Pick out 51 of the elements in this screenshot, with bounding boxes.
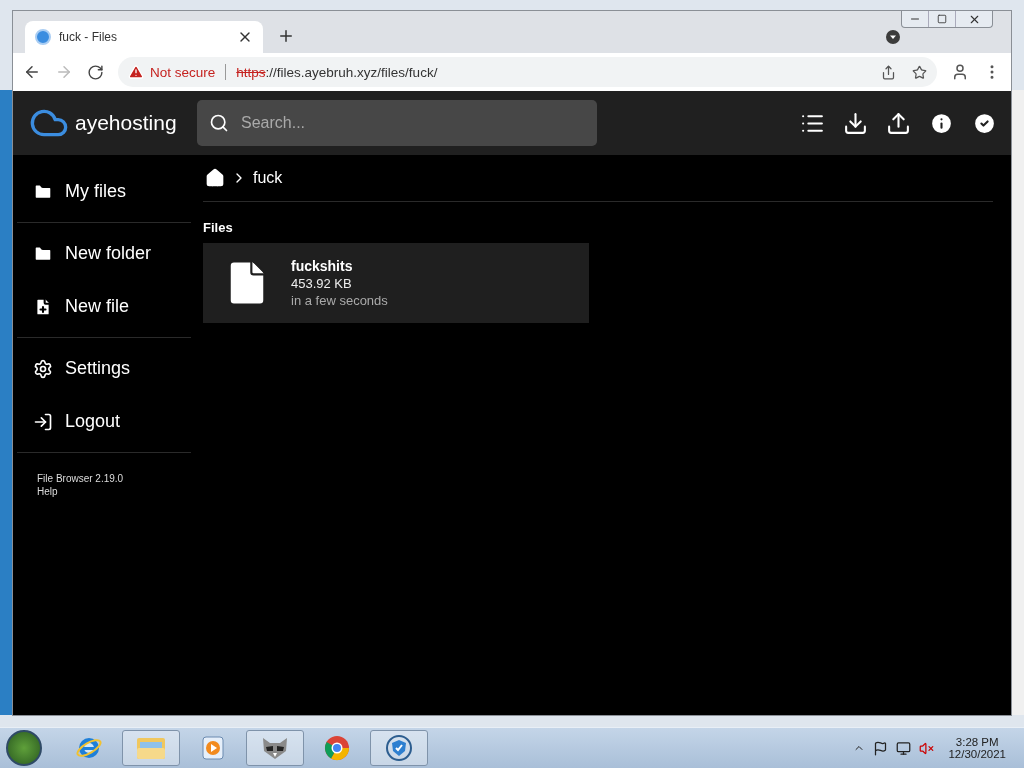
tab-title: fuck - Files: [59, 30, 118, 44]
start-button[interactable]: [6, 730, 42, 766]
file-modified: in a few seconds: [291, 293, 388, 308]
star-icon[interactable]: [912, 64, 927, 80]
brand-name: ayehosting: [75, 111, 177, 135]
home-icon[interactable]: [205, 168, 225, 188]
file-name: fuckshits: [291, 258, 354, 274]
maximize-icon: [937, 14, 947, 24]
chrome-icon: [323, 734, 351, 762]
warning-icon: [128, 64, 144, 80]
shield-icon: [384, 734, 414, 762]
file-card[interactable]: fuckshits 453.92 KB in a few seconds: [203, 243, 589, 323]
search-icon: [209, 113, 229, 133]
folder-icon: [136, 735, 166, 761]
back-icon[interactable]: [23, 63, 41, 81]
share-icon[interactable]: [881, 64, 896, 80]
raccoon-icon: [260, 735, 290, 761]
settings-icon: [33, 358, 53, 379]
download-icon[interactable]: [843, 110, 868, 136]
footer-text: File Browser 2.19.0: [37, 473, 125, 484]
sidebar-item[interactable]: New folder: [17, 227, 191, 280]
taskbar-app[interactable]: [370, 730, 428, 766]
favicon-icon: [35, 29, 51, 45]
security-warning: Not secure: [150, 64, 216, 80]
mute-icon[interactable]: [919, 740, 935, 756]
browser-tab[interactable]: fuck - Files: [25, 21, 263, 53]
breadcrumb-link[interactable]: fuck: [253, 169, 283, 187]
taskbar-app[interactable]: [246, 730, 304, 766]
profile-icon[interactable]: [951, 63, 969, 81]
flag-icon[interactable]: [873, 740, 889, 756]
sidebar-item[interactable]: Settings: [17, 342, 191, 395]
clock-date: 12/30/2021: [948, 748, 1006, 760]
footer-text[interactable]: Help: [37, 486, 191, 497]
network-icon[interactable]: [896, 740, 912, 756]
file-size: 453.92 KB: [291, 276, 353, 291]
clock[interactable]: 3:28 PM 12/30/2021: [942, 736, 1018, 760]
search-field[interactable]: Search...: [197, 100, 597, 146]
clock-time: 3:28 PM: [955, 736, 999, 748]
tab-search-icon[interactable]: [885, 29, 901, 45]
upload-icon[interactable]: [886, 110, 911, 136]
logout-icon: [33, 411, 53, 432]
play-icon: [201, 735, 225, 761]
search-input[interactable]: Search...: [239, 113, 585, 133]
section-title: Files: [203, 220, 234, 235]
sidebar-item[interactable]: Logout: [17, 395, 191, 448]
reload-icon[interactable]: [87, 63, 104, 81]
sidebar-item[interactable]: New file: [17, 280, 191, 333]
address-bar[interactable]: Not secure https://files.ayebruh.xyz/files/fuck/: [118, 57, 937, 87]
sidebar-item[interactable]: My files: [17, 165, 191, 218]
new-tab-icon[interactable]: [277, 27, 295, 45]
url-text: https://files.ayebruh.xyz/files/fuck/: [236, 64, 438, 80]
